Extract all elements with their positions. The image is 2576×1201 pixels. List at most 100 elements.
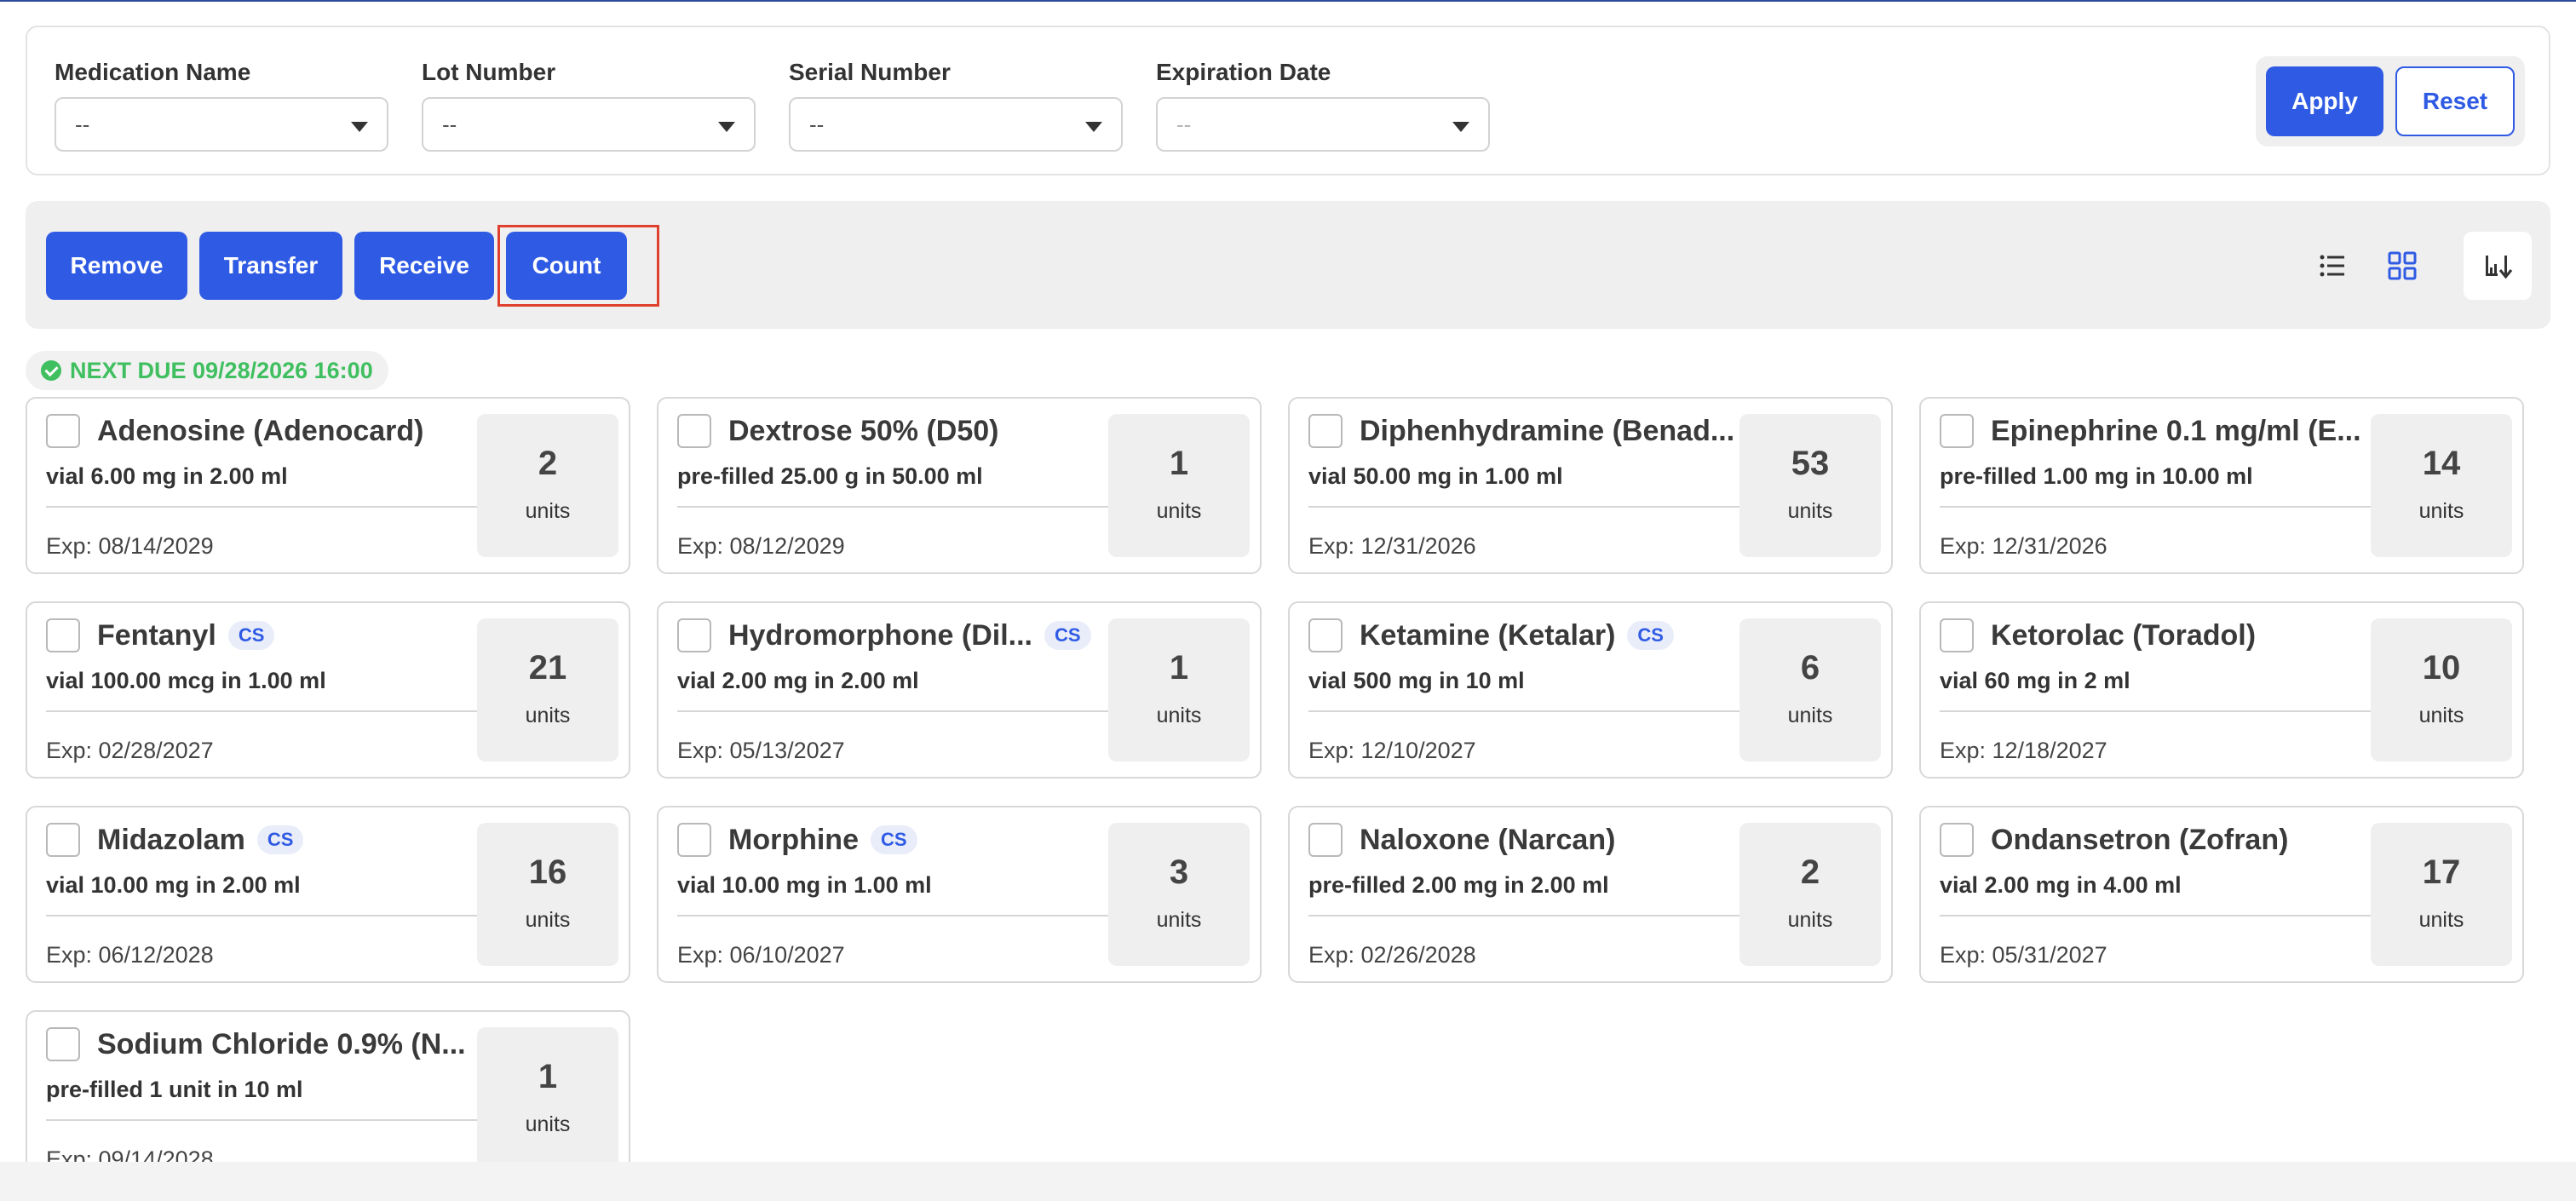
medication-name: Naloxone (Narcan) — [1360, 823, 1616, 856]
select-checkbox[interactable] — [677, 414, 711, 448]
divider — [1940, 710, 2396, 712]
select-checkbox[interactable] — [1308, 414, 1343, 448]
medication-description: vial 10.00 mg in 2.00 ml — [46, 872, 301, 898]
medication-description: pre-filled 1 unit in 10 ml — [46, 1077, 303, 1102]
medication-description: vial 100.00 mcg in 1.00 ml — [46, 668, 326, 693]
expiration-date: Exp: 12/31/2026 — [1940, 533, 2107, 559]
medication-name-select[interactable]: -- — [55, 97, 388, 152]
quantity-box: 21 units — [477, 618, 618, 761]
divider — [1940, 506, 2396, 508]
select-checkbox[interactable] — [1308, 823, 1343, 857]
serial-number-select[interactable]: -- — [789, 97, 1123, 152]
expiration-date: Exp: 06/10/2027 — [677, 942, 845, 968]
divider — [46, 1119, 503, 1121]
select-checkbox[interactable] — [1940, 823, 1974, 857]
medication-name: Dextrose 50% (D50) — [728, 414, 999, 447]
select-checkbox[interactable] — [677, 618, 711, 652]
lot-number-select[interactable]: -- — [422, 97, 756, 152]
remove-button[interactable]: Remove — [46, 232, 187, 300]
medication-card[interactable]: Dextrose 50% (D50) pre-filled 25.00 g in … — [657, 397, 1262, 574]
next-due-badge: NEXT DUE 09/28/2026 16:00 — [26, 351, 388, 390]
quantity-unit: units — [525, 908, 571, 932]
quantity-box: 14 units — [2371, 414, 2512, 557]
filter-lot-number: Lot Number -- — [422, 58, 756, 152]
cs-badge: CS — [256, 825, 304, 854]
medication-description: pre-filled 1.00 mg in 10.00 ml — [1940, 463, 2253, 489]
medication-card-grid: Adenosine (Adenocard) vial 6.00 mg in 2.0… — [0, 394, 2576, 1162]
medication-card[interactable]: Fentanyl CS vial 100.00 mcg in 1.00 ml Exp:… — [26, 601, 630, 779]
quantity-value: 2 — [1800, 853, 1820, 891]
select-checkbox[interactable] — [677, 823, 711, 857]
medication-name: Epinephrine 0.1 mg/ml (E... — [1991, 414, 2361, 447]
filter-panel: Medication Name -- Lot Number -- Serial … — [26, 26, 2550, 175]
grid-view-icon[interactable] — [2380, 244, 2424, 288]
medication-card[interactable]: Sodium Chloride 0.9% (N... pre-filled 1 u… — [26, 1010, 630, 1162]
expiration-date-select[interactable]: -- — [1156, 97, 1490, 152]
medication-card[interactable]: Hydromorphone (Dil... CS vial 2.00 mg in 2… — [657, 601, 1262, 779]
quantity-unit: units — [1156, 908, 1202, 932]
quantity-value: 53 — [1791, 445, 1830, 482]
apply-button[interactable]: Apply — [2266, 66, 2383, 136]
receive-button[interactable]: Receive — [354, 232, 494, 300]
quantity-unit: units — [1156, 499, 1202, 523]
expiration-date: Exp: 12/10/2027 — [1308, 738, 1476, 763]
medication-card[interactable]: Epinephrine 0.1 mg/ml (E... pre-filled 1.… — [1919, 397, 2524, 574]
medication-card[interactable]: Ketorolac (Toradol) vial 60 mg in 2 ml Exp… — [1919, 601, 2524, 779]
medication-description: vial 50.00 mg in 1.00 ml — [1308, 463, 1563, 489]
select-checkbox[interactable] — [46, 618, 80, 652]
medication-name: Ondansetron (Zofran) — [1991, 823, 2289, 856]
divider — [1940, 915, 2396, 917]
medication-description: vial 10.00 mg in 1.00 ml — [677, 872, 932, 898]
select-value: -- — [442, 112, 457, 137]
caret-down-icon — [1085, 122, 1102, 132]
select-checkbox[interactable] — [46, 823, 80, 857]
select-checkbox[interactable] — [46, 1027, 80, 1061]
divider — [46, 506, 503, 508]
filter-label: Lot Number — [422, 59, 556, 85]
name-row: Diphenhydramine (Benad... — [1360, 412, 1758, 450]
filter-medication-name: Medication Name -- — [55, 58, 388, 152]
quantity-unit: units — [1787, 499, 1833, 523]
quantity-box: 1 units — [477, 1027, 618, 1162]
filter-label: Expiration Date — [1156, 59, 1331, 85]
list-view-icon[interactable] — [2310, 244, 2355, 288]
reset-button[interactable]: Reset — [2395, 66, 2515, 136]
quantity-value: 1 — [1169, 649, 1189, 687]
sort-descending-icon — [2486, 256, 2513, 279]
cs-badge: CS — [1627, 621, 1674, 650]
medication-card[interactable]: Morphine CS vial 10.00 mg in 1.00 ml Exp: 0… — [657, 806, 1262, 983]
select-checkbox[interactable] — [1308, 618, 1343, 652]
select-checkbox[interactable] — [1940, 618, 1974, 652]
divider — [46, 915, 503, 917]
next-due-text: NEXT DUE 09/28/2026 16:00 — [70, 357, 373, 383]
expiration-date: Exp: 12/31/2026 — [1308, 533, 1476, 559]
name-row: Midazolam CS — [97, 821, 496, 859]
divider — [1308, 710, 1765, 712]
name-row: Hydromorphone (Dil... CS — [728, 617, 1127, 654]
medication-card[interactable]: Naloxone (Narcan) pre-filled 2.00 mg in 2… — [1288, 806, 1893, 983]
quantity-value: 2 — [538, 445, 558, 482]
expiration-date: Exp: 12/18/2027 — [1940, 738, 2107, 763]
cs-badge: CS — [1044, 621, 1091, 650]
medication-card[interactable]: Diphenhydramine (Benad... vial 50.00 mg i… — [1288, 397, 1893, 574]
name-row: Epinephrine 0.1 mg/ml (E... — [1991, 412, 2389, 450]
medication-card[interactable]: Ondansetron (Zofran) vial 2.00 mg in 4.00… — [1919, 806, 2524, 983]
quantity-value: 16 — [528, 853, 567, 891]
transfer-button[interactable]: Transfer — [199, 232, 342, 300]
name-row: Fentanyl CS — [97, 617, 496, 654]
sort-button[interactable] — [2464, 232, 2532, 300]
quantity-unit: units — [525, 704, 571, 727]
quantity-unit: units — [1156, 704, 1202, 727]
select-checkbox[interactable] — [46, 414, 80, 448]
medication-card[interactable]: Midazolam CS vial 10.00 mg in 2.00 ml Exp: … — [26, 806, 630, 983]
expiration-date: Exp: 08/14/2029 — [46, 533, 214, 559]
medication-name: Fentanyl — [97, 618, 216, 652]
medication-description: vial 500 mg in 10 ml — [1308, 668, 1525, 693]
select-checkbox[interactable] — [1940, 414, 1974, 448]
select-value: -- — [75, 112, 90, 137]
expiration-date: Exp: 05/13/2027 — [677, 738, 845, 763]
quantity-value: 10 — [2422, 649, 2461, 687]
medication-card[interactable]: Adenosine (Adenocard) vial 6.00 mg in 2.0… — [26, 397, 630, 574]
medication-name: Ketamine (Ketalar) — [1360, 618, 1616, 652]
medication-card[interactable]: Ketamine (Ketalar) CS vial 500 mg in 10 ml… — [1288, 601, 1893, 779]
